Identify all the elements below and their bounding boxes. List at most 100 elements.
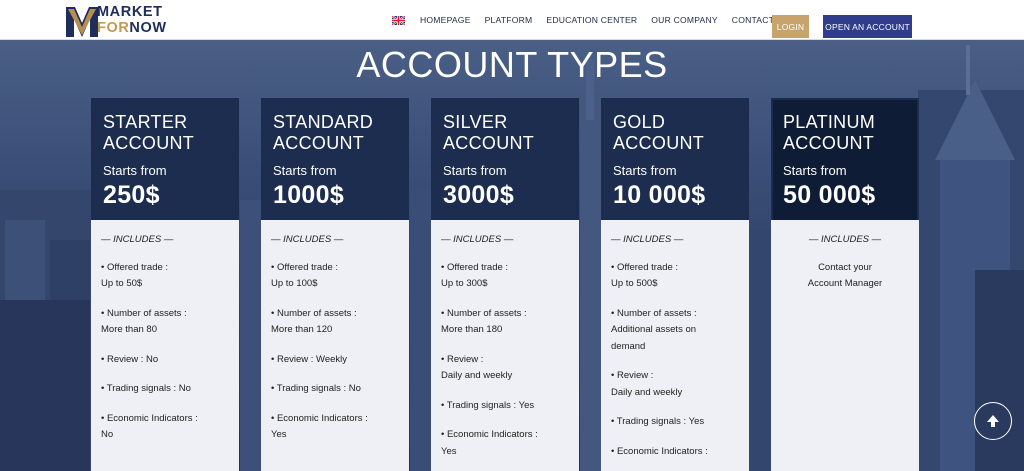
arrow-up-icon (987, 415, 999, 427)
card-header: SILVER ACCOUNT Starts from 3000$ (431, 98, 579, 220)
logo-text-fornow: FORNOW (97, 20, 167, 36)
feature-item: • Number of assets : Additional assets on… (611, 306, 739, 356)
feature-item: • Offered trade : Up to 100$ (271, 260, 399, 293)
card-features: — INCLUDES — • Offered trade : Up to 500$ •… (601, 220, 749, 471)
feature-line: • Review : (611, 370, 654, 381)
feature-item: • Trading signals : Yes (611, 414, 739, 431)
feature-line: Yes (441, 445, 457, 457)
feature-item: • Offered trade : Up to 50$ (101, 260, 229, 293)
feature-line: • Trading signals : No (271, 383, 361, 394)
starts-from-label: Starts from (103, 163, 167, 178)
page-title: ACCOUNT TYPES (356, 44, 668, 85)
card-price: 3000$ (443, 181, 515, 209)
account-card-gold[interactable]: GOLD ACCOUNT Starts from 10 000$ — INCLUDES … (601, 98, 749, 471)
account-card-standard[interactable]: STANDARD ACCOUNT Starts from 1000$ — INCLUDE… (261, 98, 409, 471)
feature-line: Additional assets on (611, 324, 697, 335)
feature-line: • Review : No (101, 353, 159, 365)
feature-item: • Review : Weekly (271, 352, 399, 369)
feature-line: • Offered trade : (101, 261, 169, 273)
card-title: STARTER ACCOUNT (103, 112, 195, 153)
account-card-platinum[interactable]: PLATINUM ACCOUNT Starts from 50 000$ — INCLU… (771, 98, 919, 471)
includes-label: — INCLUDES — (441, 234, 514, 245)
includes-label: — INCLUDES — (101, 234, 174, 245)
logo-mark-icon (66, 7, 98, 37)
feature-line: More than 120 (271, 324, 333, 335)
feature-line: More than 180 (441, 324, 503, 335)
feature-item: • Trading signals : No (271, 381, 399, 398)
feature-item: • Economic Indicators : No (101, 411, 229, 444)
feature-line: • Review : (441, 353, 484, 365)
feature-item: • Number of assets : More than 120 (271, 306, 399, 339)
feature-line: • Economic Indicators : (441, 429, 538, 440)
feature-line: demand (611, 340, 646, 352)
feature-line: Up to 500$ (611, 278, 658, 289)
site-header: MARKET FORNOW HOMEPAGE PLATFORM EDUCATIO… (0, 0, 1024, 40)
feature-line: Yes (271, 429, 287, 440)
card-title: PLATINUM ACCOUNT (783, 112, 876, 153)
feature-item: • Number of assets : More than 180 (441, 306, 569, 339)
feature-line: • Trading signals : No (101, 383, 191, 394)
feature-line: • Review : Weekly (271, 353, 348, 365)
card-features: — INCLUDES — • Offered trade : Up to 100$ •… (261, 220, 409, 471)
card-header: STARTER ACCOUNT Starts from 250$ (91, 98, 239, 220)
feature-item: • Economic Indicators : Yes (271, 411, 399, 444)
main-nav: HOMEPAGE PLATFORM EDUCATION CENTER OUR C… (392, 0, 803, 40)
card-features: — INCLUDES — Contact your Account Manager (771, 220, 919, 471)
feature-line: Up to 300$ (441, 278, 488, 289)
nav-platform[interactable]: PLATFORM (485, 15, 533, 25)
scroll-to-top-button[interactable] (974, 402, 1012, 440)
feature-line: • Offered trade : (271, 261, 339, 273)
logo[interactable]: MARKET FORNOW (66, 2, 186, 38)
nav-our-company[interactable]: OUR COMPANY (651, 15, 718, 25)
starts-from-label: Starts from (613, 163, 677, 178)
starts-from-label: Starts from (783, 163, 847, 178)
login-button[interactable]: LOGIN (772, 15, 809, 38)
feature-item: • Economic Indicators : (611, 444, 739, 461)
account-card-silver[interactable]: SILVER ACCOUNT Starts from 3000$ — INCLUDES … (431, 98, 579, 471)
feature-item: Contact your Account Manager (781, 260, 909, 293)
feature-line: • Offered trade : (611, 261, 679, 273)
feature-line: • Number of assets : (271, 307, 357, 319)
feature-line: Account Manager (807, 278, 883, 289)
feature-line: More than 80 (101, 324, 157, 335)
feature-item: • Review : No (101, 352, 229, 369)
open-account-button[interactable]: OPEN AN ACCOUNT (823, 15, 912, 38)
card-title: SILVER ACCOUNT (443, 112, 535, 153)
card-price: 50 000$ (783, 181, 876, 209)
feature-item: • Number of assets : More than 80 (101, 306, 229, 339)
feature-line: • Economic Indicators : (611, 445, 708, 457)
nav-education-center[interactable]: EDUCATION CENTER (546, 15, 637, 25)
feature-item: • Trading signals : No (101, 381, 229, 398)
card-price: 10 000$ (613, 181, 706, 209)
includes-label: — INCLUDES — (271, 234, 344, 245)
uk-flag-icon[interactable] (392, 15, 405, 25)
logo-text-market: MARKET (97, 4, 163, 20)
feature-line: Up to 50$ (101, 278, 143, 289)
card-price: 1000$ (273, 181, 345, 209)
feature-line: • Trading signals : Yes (611, 416, 705, 427)
feature-line: • Number of assets : (101, 307, 187, 319)
card-title: STANDARD ACCOUNT (273, 112, 374, 153)
includes-label: — INCLUDES — (611, 234, 684, 245)
feature-line: • Economic Indicators : (271, 412, 368, 424)
feature-line: No (101, 429, 114, 440)
feature-item: • Review : Daily and weekly (611, 368, 739, 401)
feature-line: Up to 100$ (271, 278, 318, 289)
feature-item: • Economic Indicators : Yes (441, 427, 569, 460)
feature-line: • Economic Indicators : (101, 412, 198, 424)
nav-homepage[interactable]: HOMEPAGE (420, 15, 471, 25)
feature-item: • Review : Daily and weekly (441, 352, 569, 385)
feature-item: • Offered trade : Up to 500$ (611, 260, 739, 293)
account-card-starter[interactable]: STARTER ACCOUNT Starts from 250$ — INCLUDES … (91, 98, 239, 471)
card-header: STANDARD ACCOUNT Starts from 1000$ (261, 98, 409, 220)
card-title: GOLD ACCOUNT (613, 112, 705, 153)
card-features: — INCLUDES — • Offered trade : Up to 300$ •… (431, 220, 579, 471)
feature-line: • Number of assets : (441, 307, 527, 319)
feature-item: • Trading signals : Yes (441, 398, 569, 415)
card-features: — INCLUDES — • Offered trade : Up to 50$ • … (91, 220, 239, 471)
starts-from-label: Starts from (443, 163, 507, 178)
card-price: 250$ (103, 181, 160, 209)
feature-line: Daily and weekly (611, 386, 683, 398)
card-header: GOLD ACCOUNT Starts from 10 000$ (601, 98, 749, 220)
feature-line: • Trading signals : Yes (441, 399, 535, 411)
